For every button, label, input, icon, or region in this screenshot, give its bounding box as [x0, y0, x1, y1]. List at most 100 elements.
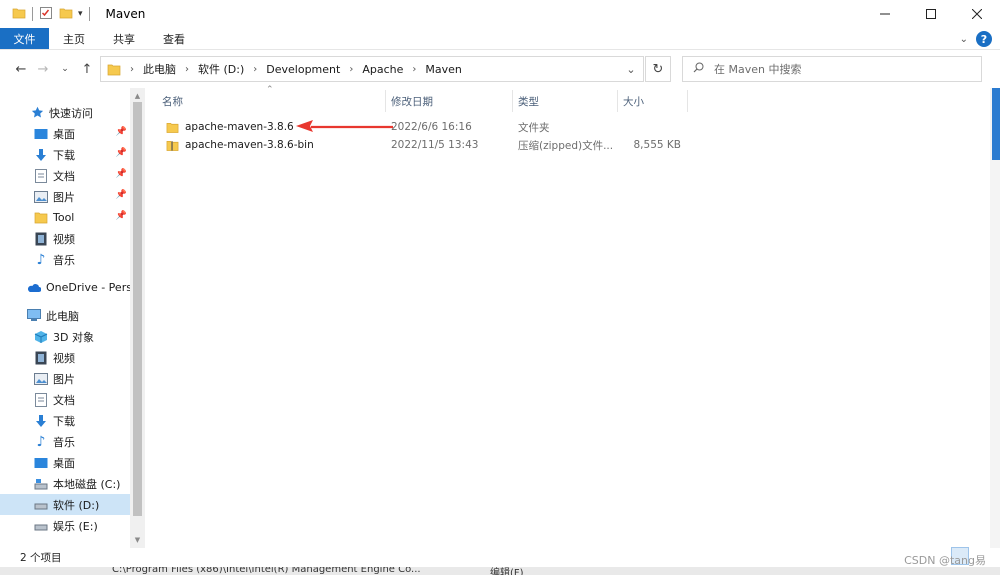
ribbon-tabs: 文件 主页 共享 查看 ⌄ ? — [0, 28, 1000, 50]
breadcrumb-development[interactable]: Development — [266, 63, 340, 76]
close-button[interactable] — [954, 0, 1000, 28]
refresh-icon[interactable]: ↻ — [645, 56, 671, 82]
sidebar-item-label: 桌面 — [53, 456, 75, 470]
sidebar-item-music[interactable]: ♪ 音乐 — [0, 249, 130, 270]
chevron-right-icon[interactable]: › — [253, 64, 257, 75]
column-divider[interactable] — [385, 90, 386, 112]
sidebar-item-videos[interactable]: 视频 — [0, 228, 130, 249]
file-type: 文件夹 — [518, 121, 550, 134]
column-header-size[interactable]: 大小 — [623, 88, 644, 114]
table-row[interactable]: apache-maven-3.8.6-bin 2022/11/5 13:43 压… — [162, 136, 842, 154]
column-divider[interactable] — [687, 90, 688, 112]
back-icon[interactable]: ← — [12, 60, 30, 78]
sidebar-item-label: Tool — [53, 211, 75, 224]
help-icon[interactable]: ? — [976, 31, 992, 47]
column-header-modified[interactable]: 修改日期 — [391, 88, 433, 114]
breadcrumb-apache[interactable]: Apache — [362, 63, 403, 76]
column-divider[interactable] — [617, 90, 618, 112]
sidebar-item-drive-d[interactable]: 软件 (D:) — [0, 494, 130, 515]
chevron-right-icon[interactable]: › — [130, 64, 134, 75]
sidebar-scrollbar[interactable]: ▲ ▼ — [130, 88, 145, 548]
search-input[interactable]: 在 Maven 中搜索 — [682, 56, 982, 82]
sidebar-item-label: 图片 — [53, 372, 75, 386]
download-icon — [34, 148, 48, 162]
customize-toolbar-icon[interactable]: ▾ — [78, 9, 83, 19]
folder-icon — [107, 63, 121, 76]
sidebar-item-documents[interactable]: 文档 📌 — [0, 165, 130, 186]
forward-icon[interactable]: → — [34, 60, 52, 78]
sidebar-item-videos[interactable]: 视频 — [0, 347, 130, 368]
sidebar-item-pictures[interactable]: 图片 — [0, 368, 130, 389]
recent-locations-icon[interactable]: ⌄ — [56, 60, 74, 78]
properties-icon[interactable] — [39, 6, 53, 23]
ribbon-right-controls: ⌄ ? — [960, 31, 992, 47]
tab-share[interactable]: 共享 — [99, 28, 149, 49]
drive-c-icon — [34, 477, 48, 491]
sidebar-item-this-pc[interactable]: 此电脑 — [0, 305, 130, 326]
sidebar-item-label: 快速访问 — [49, 106, 93, 120]
scrollbar-thumb[interactable] — [992, 88, 1000, 160]
scrollbar-thumb[interactable] — [133, 102, 142, 516]
scroll-up-icon[interactable]: ▲ — [130, 90, 145, 102]
tab-view[interactable]: 查看 — [149, 28, 199, 49]
column-header-name[interactable]: 名称 — [162, 88, 183, 114]
up-icon[interactable]: ↑ — [78, 60, 96, 78]
minimize-button[interactable] — [862, 0, 908, 28]
sidebar-item-3d-objects[interactable]: 3D 对象 — [0, 326, 130, 347]
close-icon — [972, 9, 982, 19]
address-history-chevron-down-icon[interactable]: ⌄ — [619, 57, 643, 81]
sidebar-item-pictures[interactable]: 图片 📌 — [0, 186, 130, 207]
sidebar-item-desktop[interactable]: 桌面 📌 — [0, 123, 130, 144]
maximize-icon — [926, 9, 936, 19]
breadcrumb-drive-d[interactable]: 软件 (D:) — [198, 61, 244, 77]
sidebar-item-documents[interactable]: 文档 — [0, 389, 130, 410]
sidebar-item-downloads[interactable]: 下载 📌 — [0, 144, 130, 165]
drive-icon — [34, 498, 48, 512]
table-row[interactable]: apache-maven-3.8.6 2022/6/6 16:16 文件夹 — [162, 118, 842, 136]
pin-icon[interactable]: 📌 — [116, 190, 127, 200]
chevron-right-icon[interactable]: › — [185, 64, 189, 75]
breadcrumb-this-pc[interactable]: 此电脑 — [143, 61, 176, 77]
file-name: apache-maven-3.8.6 — [185, 121, 294, 133]
file-modified: 2022/11/5 13:43 — [391, 139, 479, 151]
scroll-down-icon[interactable]: ▼ — [130, 534, 145, 546]
sidebar-item-label: 音乐 — [53, 435, 75, 449]
document-icon — [34, 168, 48, 183]
chevron-right-icon[interactable]: › — [412, 64, 416, 75]
sidebar-item-onedrive[interactable]: OneDrive - Perso — [0, 277, 139, 298]
sidebar-item-label: 文档 — [53, 169, 75, 183]
content-scrollbar[interactable] — [990, 88, 1000, 548]
pin-icon[interactable]: 📌 — [116, 211, 127, 221]
sidebar-item-music[interactable]: ♪ 音乐 — [0, 431, 130, 452]
sidebar-item-label: 此电脑 — [46, 309, 79, 323]
tab-home[interactable]: 主页 — [49, 28, 99, 49]
column-header-type[interactable]: 类型 — [518, 88, 539, 114]
breadcrumb-maven[interactable]: Maven — [425, 63, 461, 76]
tab-file[interactable]: 文件 — [0, 28, 49, 49]
pin-icon[interactable]: 📌 — [116, 127, 127, 137]
sidebar-item-downloads[interactable]: 下载 — [0, 410, 130, 431]
sidebar-item-label: 桌面 — [53, 127, 75, 141]
navigation-buttons: ← → ⌄ ↑ — [0, 60, 100, 78]
music-icon: ♪ — [36, 433, 46, 450]
computer-icon — [27, 309, 41, 323]
file-list: ⌃ 名称 修改日期 类型 大小 apache-maven-3.8.6 2022/… — [150, 85, 1000, 548]
pin-icon[interactable]: 📌 — [116, 148, 127, 158]
chevron-right-icon[interactable]: › — [349, 64, 353, 75]
address-bar[interactable]: › 此电脑 › 软件 (D:) › Development › Apache ›… — [100, 56, 644, 82]
sidebar-item-desktop[interactable]: 桌面 — [0, 452, 130, 473]
sidebar-item-drive-e[interactable]: 娱乐 (E:) — [0, 515, 130, 536]
sidebar-item-drive-c[interactable]: 本地磁盘 (C:) — [0, 473, 130, 494]
sidebar-item-quick-access[interactable]: 快速访问 — [0, 102, 130, 123]
pin-icon[interactable]: 📌 — [116, 169, 127, 179]
maximize-button[interactable] — [908, 0, 954, 28]
expand-ribbon-icon[interactable]: ⌄ — [960, 34, 968, 45]
sidebar-item-tool[interactable]: Tool 📌 — [0, 207, 130, 228]
sidebar-item-label: 3D 对象 — [53, 330, 94, 344]
new-folder-icon[interactable] — [59, 6, 73, 23]
background-menu-label: 编辑(F) — [490, 568, 524, 575]
file-name-cell: apache-maven-3.8.6-bin — [166, 136, 314, 154]
folder-icon — [34, 211, 48, 225]
watermark: CSDN @tang易 — [904, 554, 986, 567]
column-divider[interactable] — [512, 90, 513, 112]
